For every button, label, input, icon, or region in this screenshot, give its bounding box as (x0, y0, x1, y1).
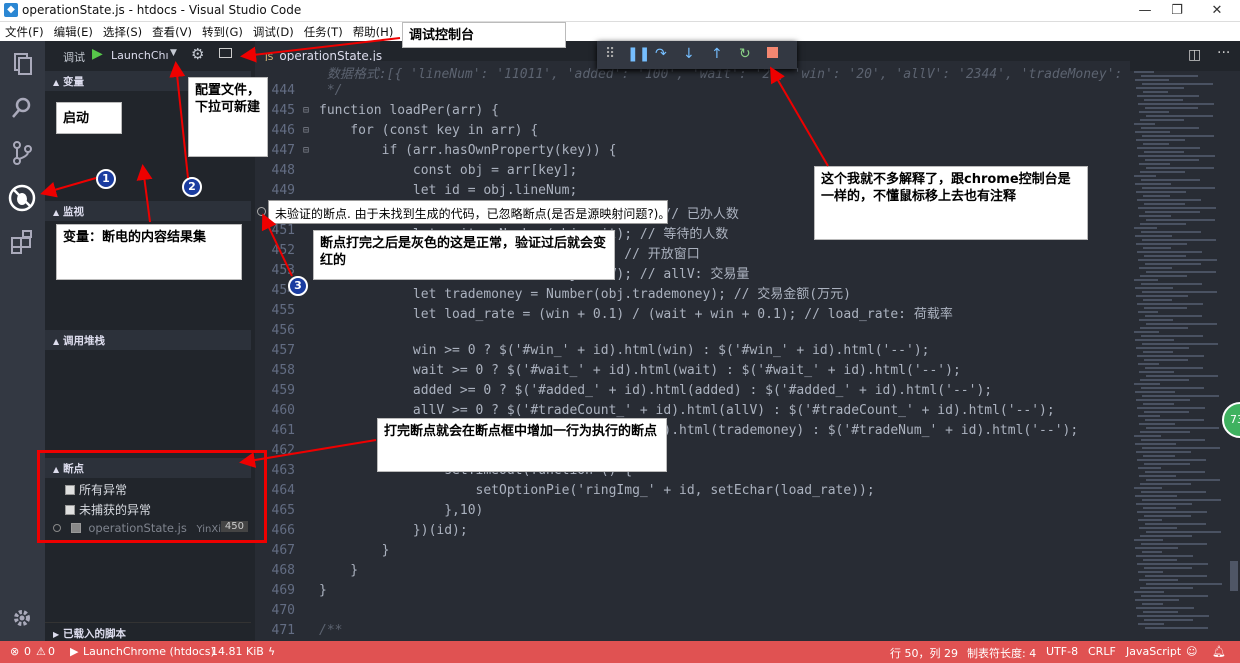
annotation-arrows (40, 37, 829, 468)
